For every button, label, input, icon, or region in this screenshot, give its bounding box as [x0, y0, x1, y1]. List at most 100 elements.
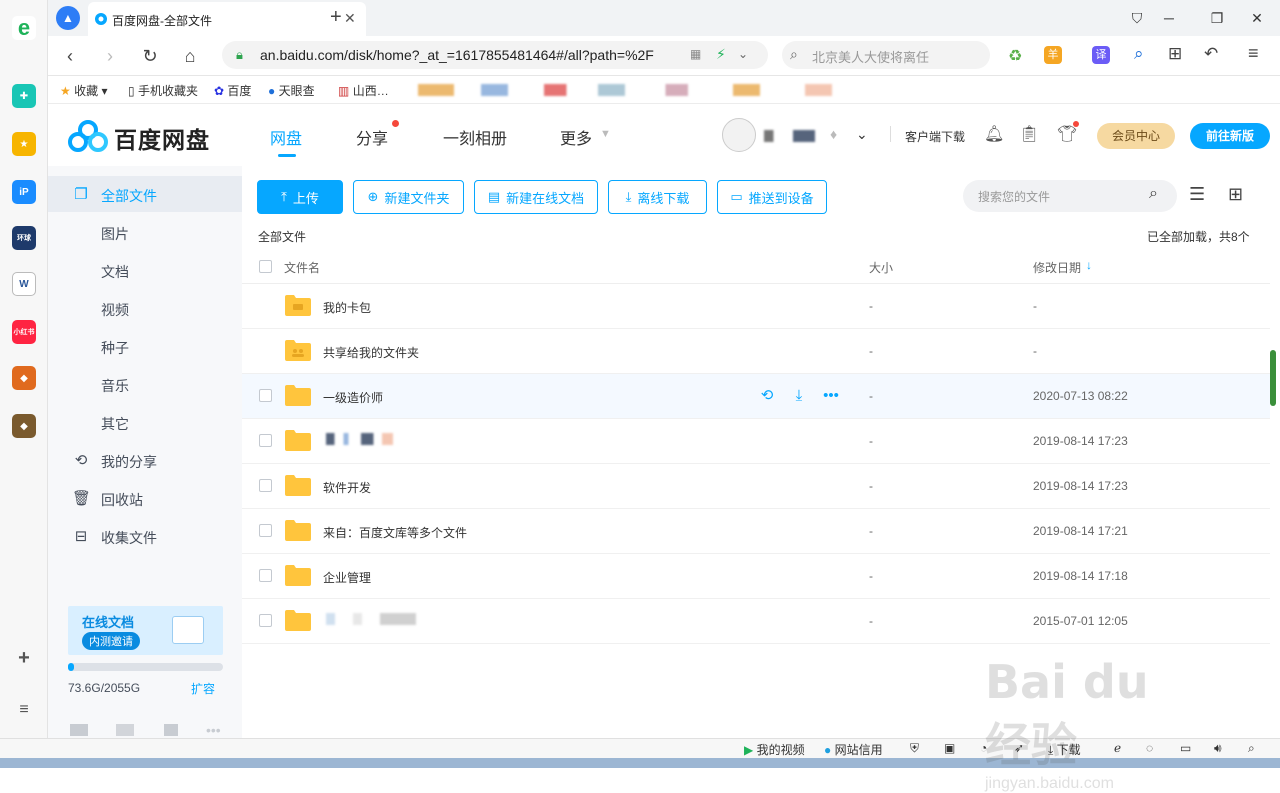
sort-icon[interactable]: ☰ [1189, 184, 1205, 205]
shield-icon[interactable]: 羊 [1044, 46, 1062, 64]
table-row[interactable]: - 2019-08-14 17:23 [242, 419, 1270, 464]
sidebar-item-recycle-bin[interactable]: 🗑︎ 回收站 [48, 480, 242, 516]
reload-icon[interactable]: ↻ [138, 44, 162, 68]
table-row[interactable]: - 2015-07-01 12:05 [242, 599, 1270, 644]
close-window-icon[interactable]: ✕ [1246, 8, 1268, 28]
browser-tab[interactable]: 百度网盘-全部文件 ✕ [88, 2, 366, 36]
app-news-icon[interactable]: 环球 [12, 226, 36, 250]
bookmark-tianyancha[interactable]: ● 天眼查 [268, 82, 315, 99]
ie-icon[interactable]: ℯ [1114, 741, 1121, 755]
browser-home-icon[interactable]: ▲ [56, 6, 80, 30]
file-name[interactable]: 我的卡包 [323, 299, 371, 316]
table-row[interactable]: 共享给我的文件夹 - - [242, 329, 1270, 374]
restore-icon[interactable]: ❐ [1206, 8, 1228, 28]
find-icon[interactable]: ⌕ [1134, 44, 1144, 64]
scrollbar-thumb[interactable] [1270, 350, 1276, 406]
nav-album[interactable]: 一刻相册 [443, 125, 507, 149]
app-word-icon[interactable]: W [12, 272, 36, 296]
url-text[interactable]: an.baidu.com/disk/home?_at_=161785548146… [260, 47, 680, 63]
file-name[interactable]: 共享给我的文件夹 [323, 344, 419, 361]
expand-link[interactable]: 扩容 [191, 680, 215, 697]
select-all-checkbox[interactable] [259, 260, 272, 273]
client-download-link[interactable]: 客户端下载 [905, 128, 965, 145]
bookmark-favorites[interactable]: ★ 收藏 ▾ [60, 82, 107, 99]
new-doc-button[interactable]: ▤ 新建在线文档 [474, 180, 598, 214]
globe-icon[interactable]: ◌ [1146, 741, 1153, 755]
nav-pan[interactable]: 网盘 [270, 125, 302, 149]
row-checkbox[interactable] [259, 569, 272, 582]
apps-grid-icon[interactable]: ⊞ [1168, 44, 1182, 64]
row-checkbox[interactable] [259, 614, 272, 627]
downloads-link[interactable]: ⤓ 下载 [1048, 741, 1081, 758]
table-row[interactable]: 一级造价师 ⟲ ⤓ ••• - 2020-07-13 08:22 [242, 374, 1270, 419]
undo-icon[interactable]: ↶ [1204, 44, 1218, 64]
row-checkbox[interactable] [259, 389, 272, 402]
window-icon[interactable]: ▭ [1180, 741, 1191, 755]
sidebar-item-images[interactable]: 图片 [48, 214, 242, 250]
sidebar-item-music[interactable]: 音乐 [48, 366, 242, 402]
image-icon[interactable]: ▣ [944, 741, 955, 755]
bell-icon[interactable]: 🔔︎ [984, 124, 1004, 144]
main-menu-icon[interactable]: ≡ [1248, 43, 1259, 64]
promo-banner[interactable]: 在线文档 内测邀请 [68, 606, 223, 655]
shirt-icon[interactable]: 👕︎ [1057, 124, 1077, 144]
nav-share[interactable]: 分享 [356, 125, 388, 149]
search-icon[interactable]: ⌕ [1149, 185, 1158, 203]
sidebar-item-torrents[interactable]: 种子 [48, 328, 242, 364]
user-chevron-icon[interactable]: ⌄ [856, 126, 868, 143]
sidebar-item-collect[interactable]: ⊟ 收集文件 [48, 518, 242, 554]
table-row[interactable]: 来自：百度文库等多个文件 - 2019-08-14 17:21 [242, 509, 1270, 554]
bookmark-baidu[interactable]: ✿ 百度 [214, 82, 251, 99]
address-bar[interactable]: 🔒︎ an.baidu.com/disk/home?_at_=161785548… [222, 41, 768, 69]
col-size-header[interactable]: 大小 [869, 259, 893, 276]
shirt-skin-icon[interactable]: ⛉ [1126, 8, 1148, 28]
minimize-icon[interactable]: ─ [1158, 8, 1180, 28]
vip-center-button[interactable]: 会员中心 [1097, 123, 1175, 149]
speed-mode-icon[interactable]: ⚡ [716, 46, 726, 63]
browser-logo-icon[interactable]: e [12, 15, 36, 40]
table-row[interactable]: 企业管理 - 2019-08-14 17:18 [242, 554, 1270, 599]
footer-icon[interactable] [164, 724, 178, 736]
breadcrumb[interactable]: 全部文件 [258, 228, 306, 245]
recycle-icon[interactable]: ♻ [1008, 46, 1022, 66]
browser-search-box[interactable]: ⌕ 北京美人大使将离任 [782, 41, 990, 69]
my-video-link[interactable]: ▶ 我的视频 [744, 741, 805, 758]
nav-more[interactable]: 更多 [560, 125, 592, 149]
sort-desc-icon[interactable]: ↓ [1086, 258, 1092, 272]
close-tab-icon[interactable]: ✕ [344, 10, 356, 27]
new-folder-button[interactable]: ⊕ 新建文件夹 [353, 180, 464, 214]
translate-icon[interactable]: 译 [1092, 46, 1110, 64]
app-plus-icon[interactable]: ✚ [12, 84, 36, 108]
baidupan-logo-icon[interactable] [68, 119, 108, 153]
col-date-header[interactable]: 修改日期 [1033, 259, 1081, 276]
zoom-icon[interactable]: ⌕ [1248, 741, 1255, 756]
sidebar-item-other[interactable]: 其它 [48, 404, 242, 440]
volume-icon[interactable]: 🔊︎ [1214, 741, 1222, 756]
push-device-button[interactable]: ▭ 推送到设备 [717, 180, 827, 214]
offline-download-button[interactable]: ⤓ 离线下载 [608, 180, 707, 214]
new-version-button[interactable]: 前往新版 [1190, 123, 1270, 149]
row-checkbox[interactable] [259, 524, 272, 537]
table-row[interactable]: 软件开发 - 2019-08-14 17:23 [242, 464, 1270, 509]
speed-icon[interactable]: ◔ [980, 741, 987, 755]
home-icon[interactable]: ⌂ [178, 44, 202, 68]
file-name[interactable]: 软件开发 [323, 479, 371, 496]
upload-button[interactable]: ⤒ 上传 [257, 180, 343, 214]
file-search-box[interactable]: 搜索您的文件 ⌕ [963, 180, 1177, 212]
qr-icon[interactable]: ▦ [690, 47, 701, 61]
sidebar-item-my-shares[interactable]: ⟲ 我的分享 [48, 442, 242, 478]
footer-icon[interactable] [116, 724, 134, 736]
file-search-input[interactable]: 搜索您的文件 [978, 188, 1050, 205]
bookmark-mobile[interactable]: ▯ 手机收藏夹 [128, 82, 198, 99]
avatar[interactable] [722, 118, 756, 152]
back-icon[interactable]: ‹ [58, 44, 82, 68]
app-ip-icon[interactable]: iP [12, 180, 36, 204]
more-icon[interactable]: ••• [822, 387, 840, 405]
share-icon[interactable]: ⟲ [758, 387, 776, 405]
sidebar-item-all-files[interactable]: ❐ 全部文件 [48, 176, 242, 212]
add-app-icon[interactable]: + [12, 646, 36, 670]
forward-icon[interactable]: › [98, 44, 122, 68]
rocket-icon[interactable]: ➶ [1014, 741, 1024, 755]
footer-icon[interactable] [70, 724, 88, 736]
row-checkbox[interactable] [259, 479, 272, 492]
